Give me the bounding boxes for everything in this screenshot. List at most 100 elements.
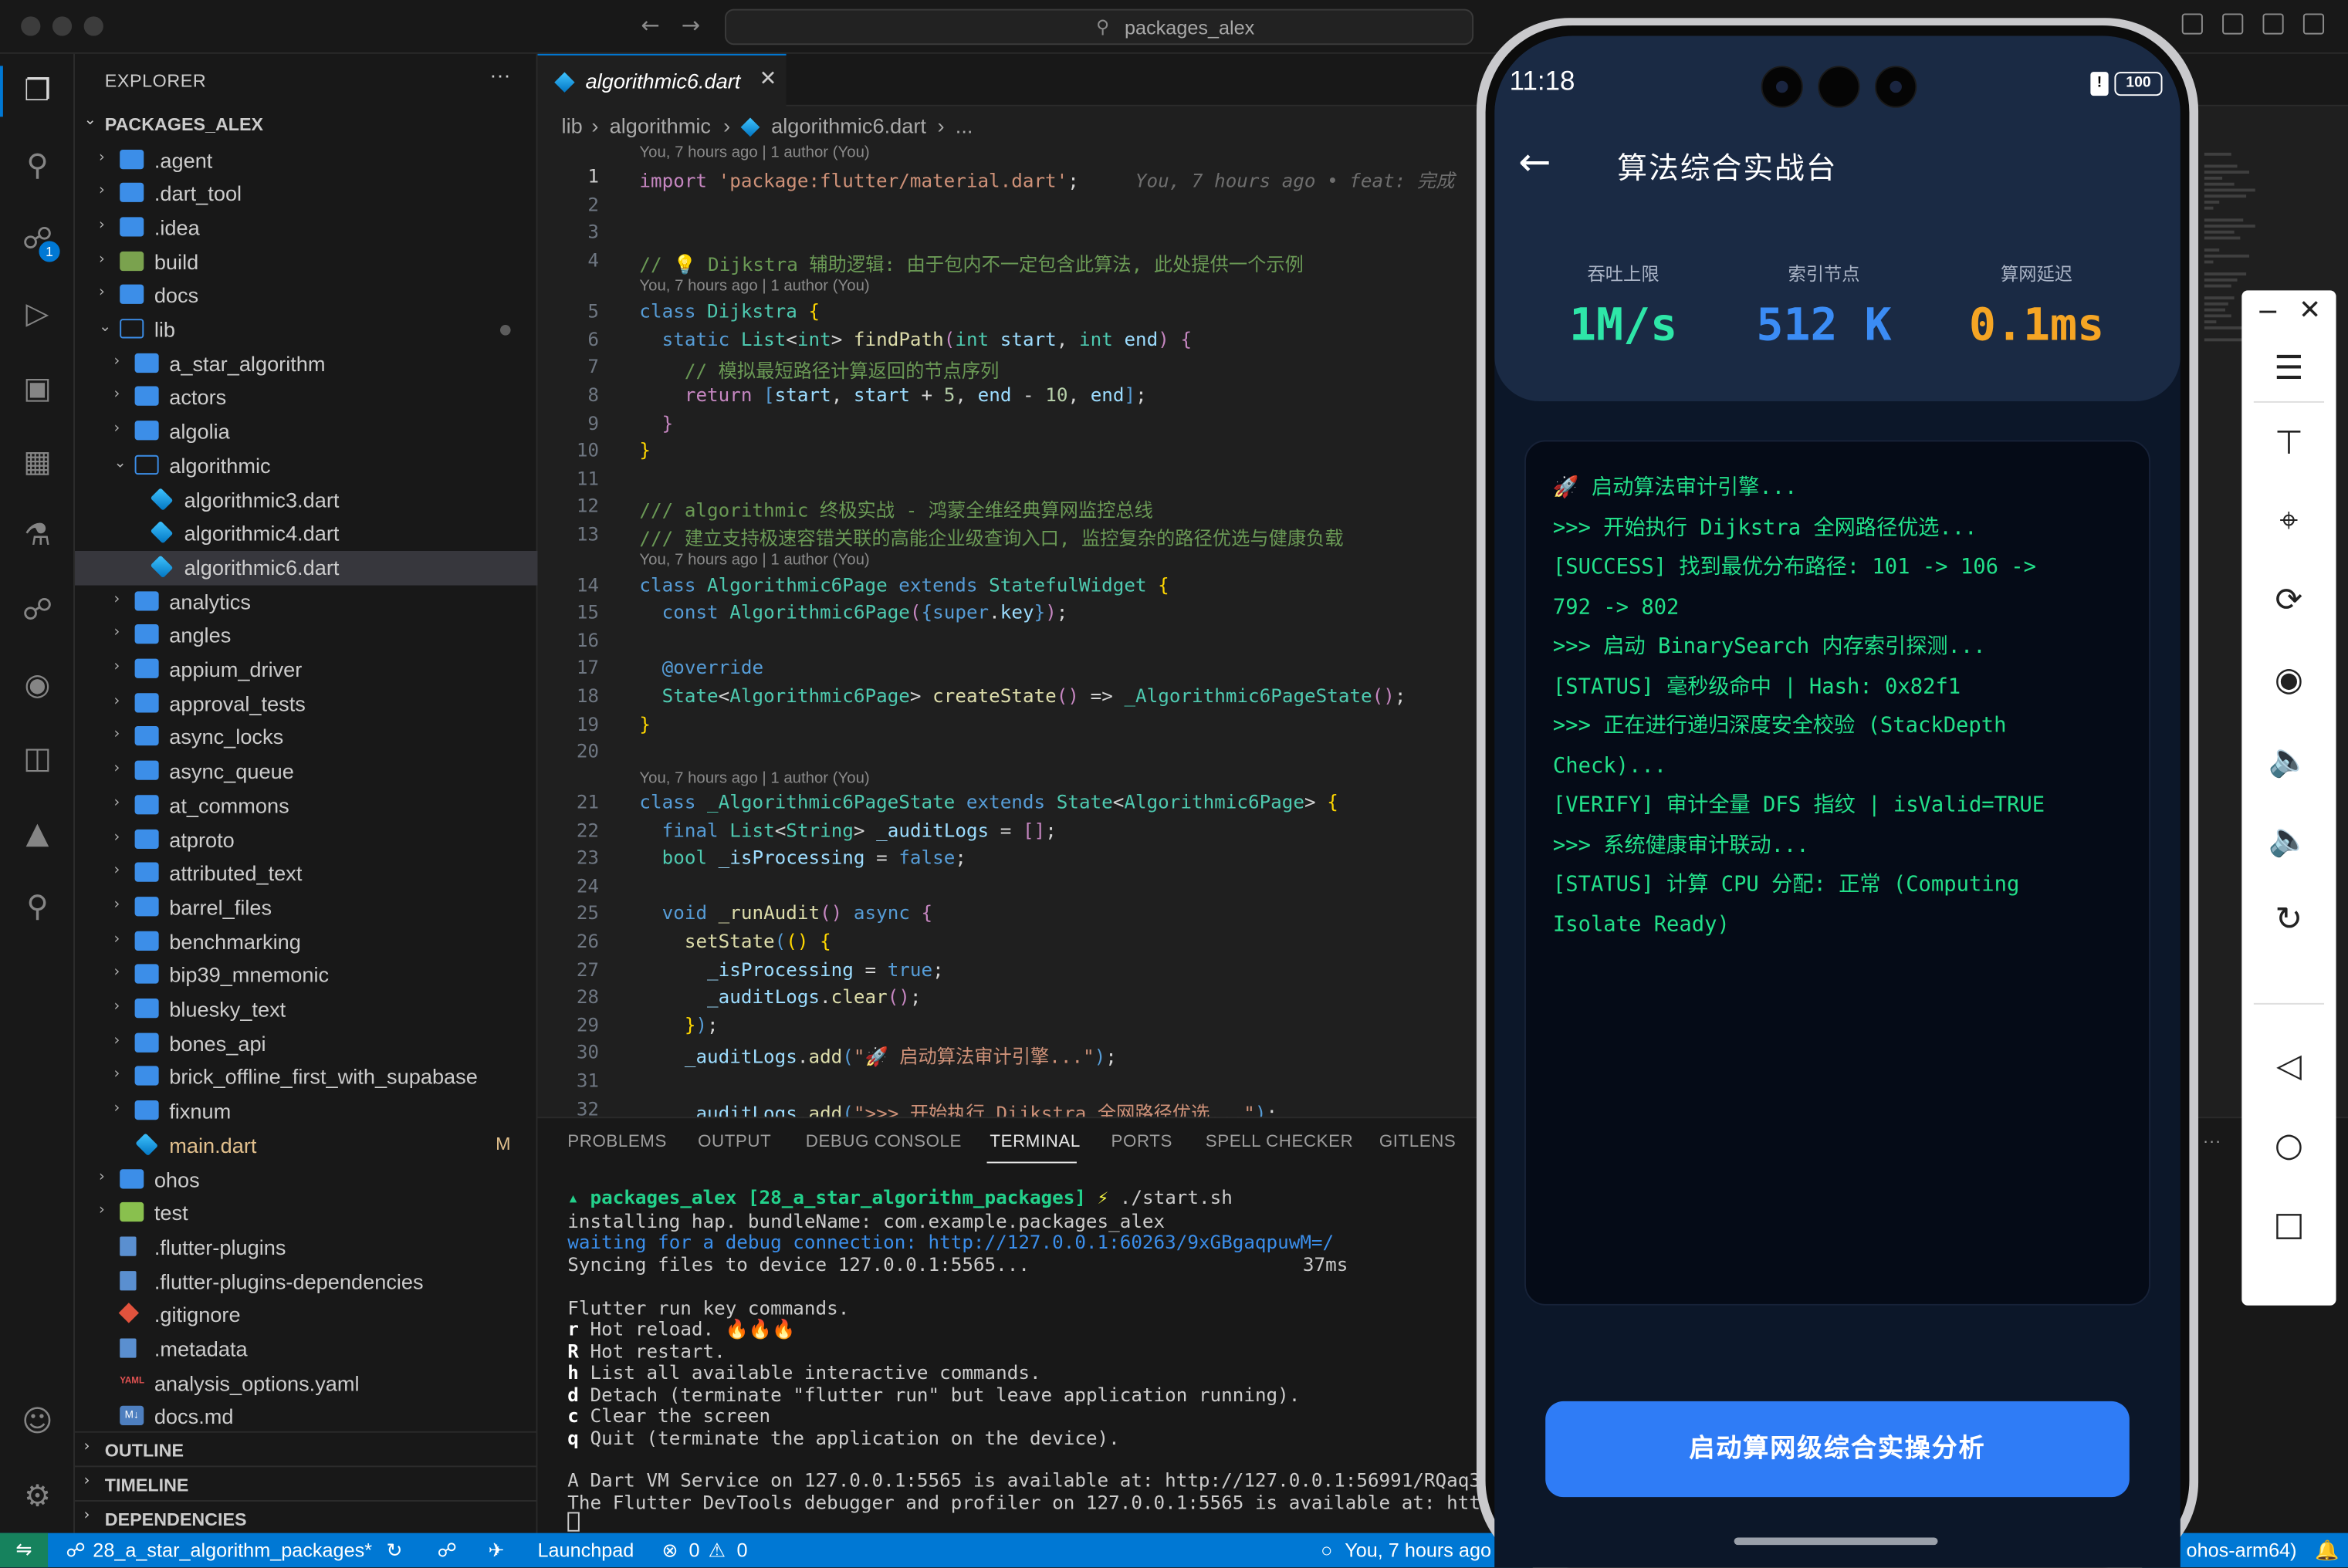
account-icon[interactable]: ☺ — [18, 1401, 56, 1440]
volume-down-icon[interactable]: 🔈 — [2241, 822, 2336, 860]
breadcrumb-file[interactable]: algorithmic6.dart — [771, 113, 926, 137]
tree-item[interactable]: › angles — [75, 619, 537, 653]
toggle-panel-icon[interactable] — [2262, 13, 2284, 35]
warnings-icon[interactable]: ⚠ — [709, 1539, 726, 1563]
minimize-window-button[interactable] — [52, 16, 73, 36]
close-icon[interactable]: ✕ — [2262, 295, 2348, 326]
sync-icon[interactable]: ↻ — [387, 1539, 403, 1563]
tree-item[interactable]: › attributed_text — [75, 857, 537, 890]
screen-record-icon[interactable]: ◉ — [2241, 662, 2336, 700]
errors-count[interactable]: 0 — [688, 1539, 699, 1561]
inspector-icon[interactable]: ⚲ — [18, 887, 56, 925]
manage-gear-icon[interactable]: ⚙ — [18, 1476, 56, 1515]
search-view-icon[interactable]: ⚲ — [18, 145, 56, 184]
errors-icon[interactable]: ⊗ — [662, 1539, 678, 1563]
tree-item[interactable]: › docs — [75, 279, 537, 313]
tree-item[interactable]: › .idea — [75, 211, 537, 245]
back-arrow-icon[interactable]: ← — [641, 12, 659, 39]
back-triangle-icon[interactable]: ◁ — [2241, 1048, 2336, 1086]
panel-tab-problems[interactable]: PROBLEMS — [567, 1134, 667, 1151]
blame-status[interactable]: You, 7 hours ago — [1345, 1539, 1491, 1561]
codelens-blame[interactable]: You, 7 hours ago | 1 author (You) — [639, 551, 869, 569]
codelens-blame[interactable]: You, 7 hours ago | 1 author (You) — [639, 769, 869, 787]
tree-item[interactable]: .metadata — [75, 1333, 537, 1367]
tree-item[interactable]: › appium_driver — [75, 653, 537, 687]
tree-item[interactable]: › bones_api — [75, 1026, 537, 1060]
tree-item[interactable]: .flutter-plugins-dependencies — [75, 1265, 537, 1299]
remote-indicator-icon[interactable]: ⇋ — [0, 1533, 49, 1568]
remote-explorer-icon[interactable]: ▣ — [18, 368, 56, 407]
panel-tab-gitlens[interactable]: GITLENS — [1379, 1134, 1457, 1151]
tree-item[interactable]: › async_queue — [75, 755, 537, 789]
tree-item[interactable]: › bip39_mnemonic — [75, 958, 537, 992]
recents-square-icon[interactable]: □ — [2241, 1207, 2336, 1245]
forward-arrow-icon[interactable]: → — [682, 12, 700, 39]
tree-item[interactable]: › analytics — [75, 585, 537, 619]
volume-up-icon[interactable]: 🔈 — [2241, 742, 2336, 780]
device-status[interactable]: ohos-arm64) — [2187, 1539, 2297, 1561]
audit-log-console[interactable]: 🚀 启动算法审计引擎... >>> 开始执行 Dijkstra 全网路径优选..… — [1524, 440, 2150, 1306]
more-actions-icon[interactable]: ··· — [489, 63, 510, 86]
explorer-icon[interactable]: ❐ — [18, 70, 56, 109]
tree-item[interactable]: main.dart M — [75, 1128, 537, 1162]
blame-icon[interactable]: ○ — [1321, 1539, 1332, 1561]
maximize-window-button[interactable] — [83, 16, 103, 36]
tree-item[interactable]: M↓ docs.md — [75, 1401, 537, 1435]
notifications-bell-icon[interactable]: 🔔 — [2315, 1539, 2339, 1563]
tree-item[interactable]: algorithmic6.dart — [75, 550, 538, 585]
tree-item[interactable]: › brick_offline_first_with_supabase — [75, 1060, 537, 1094]
tree-item[interactable]: › algolia — [75, 415, 537, 449]
flutter-icon[interactable]: ▲ — [18, 813, 56, 851]
breadcrumb-algorithmic[interactable]: algorithmic — [610, 113, 711, 137]
back-arrow-icon[interactable]: ← — [1518, 140, 1551, 185]
code-editor[interactable]: You, 7 hours ago | 1 author (You) 1 impor… — [537, 144, 1497, 1117]
tree-item[interactable]: › async_locks — [75, 721, 537, 755]
tree-item[interactable]: › ohos — [75, 1162, 537, 1196]
containers-icon[interactable]: ◫ — [18, 738, 56, 776]
toggle-secondary-sidebar-icon[interactable] — [2302, 13, 2325, 35]
testing-icon[interactable]: ⚗ — [18, 515, 56, 553]
tree-item[interactable]: › actors — [75, 381, 537, 415]
tree-item[interactable]: › at_commons — [75, 789, 537, 823]
panel-tab-terminal[interactable]: TERMINAL — [990, 1134, 1080, 1151]
panel-tab-ports[interactable]: PORTS — [1111, 1134, 1172, 1151]
timeline-section[interactable]: › TIMELINE — [75, 1465, 538, 1499]
tree-item[interactable]: › test — [75, 1197, 537, 1231]
tree-item[interactable]: › fixnum — [75, 1094, 537, 1128]
close-window-button[interactable] — [21, 16, 41, 36]
codelens-blame[interactable]: You, 7 hours ago | 1 author (You) — [639, 144, 869, 161]
git-graph-status-icon[interactable]: ☍ — [438, 1539, 458, 1563]
crop-screenshot-icon[interactable]: ⌖ — [2241, 503, 2336, 541]
tree-item[interactable]: › barrel_files — [75, 890, 537, 924]
workspace-root-header[interactable]: ⌄ PACKAGES_ALEX — [75, 108, 537, 141]
tree-item[interactable]: › benchmarking — [75, 924, 537, 958]
codelens-blame[interactable]: You, 7 hours ago | 1 author (You) — [639, 277, 869, 295]
gitlens-icon[interactable]: ◉ — [18, 664, 56, 703]
tree-item[interactable]: algorithmic4.dart — [75, 517, 537, 551]
dependencies-section[interactable]: › DEPENDENCIES — [75, 1499, 538, 1533]
extensions-icon[interactable]: ▦ — [18, 441, 56, 480]
git-graph-icon[interactable]: ☍ — [18, 590, 56, 628]
tree-item[interactable]: ⌄ lib — [75, 313, 537, 346]
warnings-count[interactable]: 0 — [737, 1539, 748, 1561]
tree-item[interactable]: › bluesky_text — [75, 992, 537, 1026]
close-icon[interactable]: ✕ — [760, 67, 777, 91]
rotate-icon[interactable]: ⟳ — [2241, 583, 2336, 620]
menu-icon[interactable]: ☰ — [2241, 350, 2336, 388]
tree-item[interactable]: › .agent — [75, 143, 537, 177]
editor-tab-algorithmic6[interactable]: algorithmic6.dart ✕ — [537, 53, 787, 106]
tree-item[interactable]: .flutter-plugins — [75, 1231, 537, 1265]
command-center-search[interactable]: ⚲ packages_alex — [725, 8, 1474, 46]
breadcrumb-symbols[interactable]: ... — [956, 113, 973, 137]
branch-name[interactable]: 28_a_star_algorithm_packages* — [93, 1539, 372, 1561]
panel-tab-output[interactable]: OUTPUT — [698, 1134, 771, 1151]
launchpad-icon[interactable]: ✈ — [488, 1539, 504, 1563]
branch-icon[interactable]: ☍ — [66, 1539, 86, 1563]
tree-item[interactable]: › build — [75, 245, 537, 279]
panel-tab-debug-console[interactable]: DEBUG CONSOLE — [806, 1134, 962, 1151]
home-indicator[interactable] — [1734, 1537, 1938, 1546]
pin-off-icon[interactable]: ⊤ — [2241, 425, 2336, 463]
tree-item[interactable]: ⌄ algorithmic — [75, 449, 537, 483]
tree-item[interactable]: YAML analysis_options.yaml — [75, 1367, 537, 1401]
outline-section[interactable]: › OUTLINE — [75, 1431, 538, 1465]
